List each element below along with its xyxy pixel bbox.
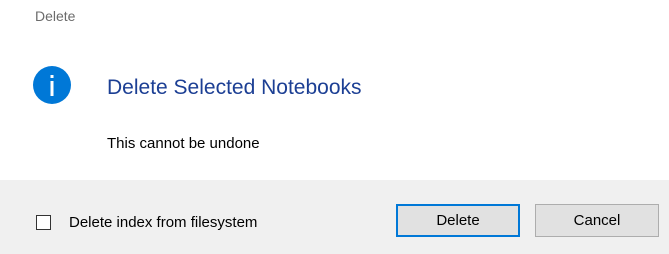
title-bar[interactable]: Delete (0, 0, 669, 36)
delete-index-checkbox[interactable] (36, 215, 51, 230)
dialog-heading: Delete Selected Notebooks (107, 76, 362, 99)
delete-dialog: Delete Delete Selected Notebooks This ca… (0, 0, 669, 254)
info-icon (33, 66, 71, 104)
delete-button[interactable]: Delete (396, 204, 520, 237)
dialog-content: Delete Selected Notebooks This cannot be… (0, 36, 669, 178)
window-title: Delete (35, 8, 76, 24)
delete-index-checkbox-row[interactable]: Delete index from filesystem (36, 214, 257, 231)
cancel-button[interactable]: Cancel (535, 204, 659, 237)
dialog-message: This cannot be undone (107, 135, 260, 152)
dialog-footer: Delete index from filesystem Delete Canc… (0, 180, 669, 254)
delete-index-checkbox-label[interactable]: Delete index from filesystem (69, 214, 257, 231)
